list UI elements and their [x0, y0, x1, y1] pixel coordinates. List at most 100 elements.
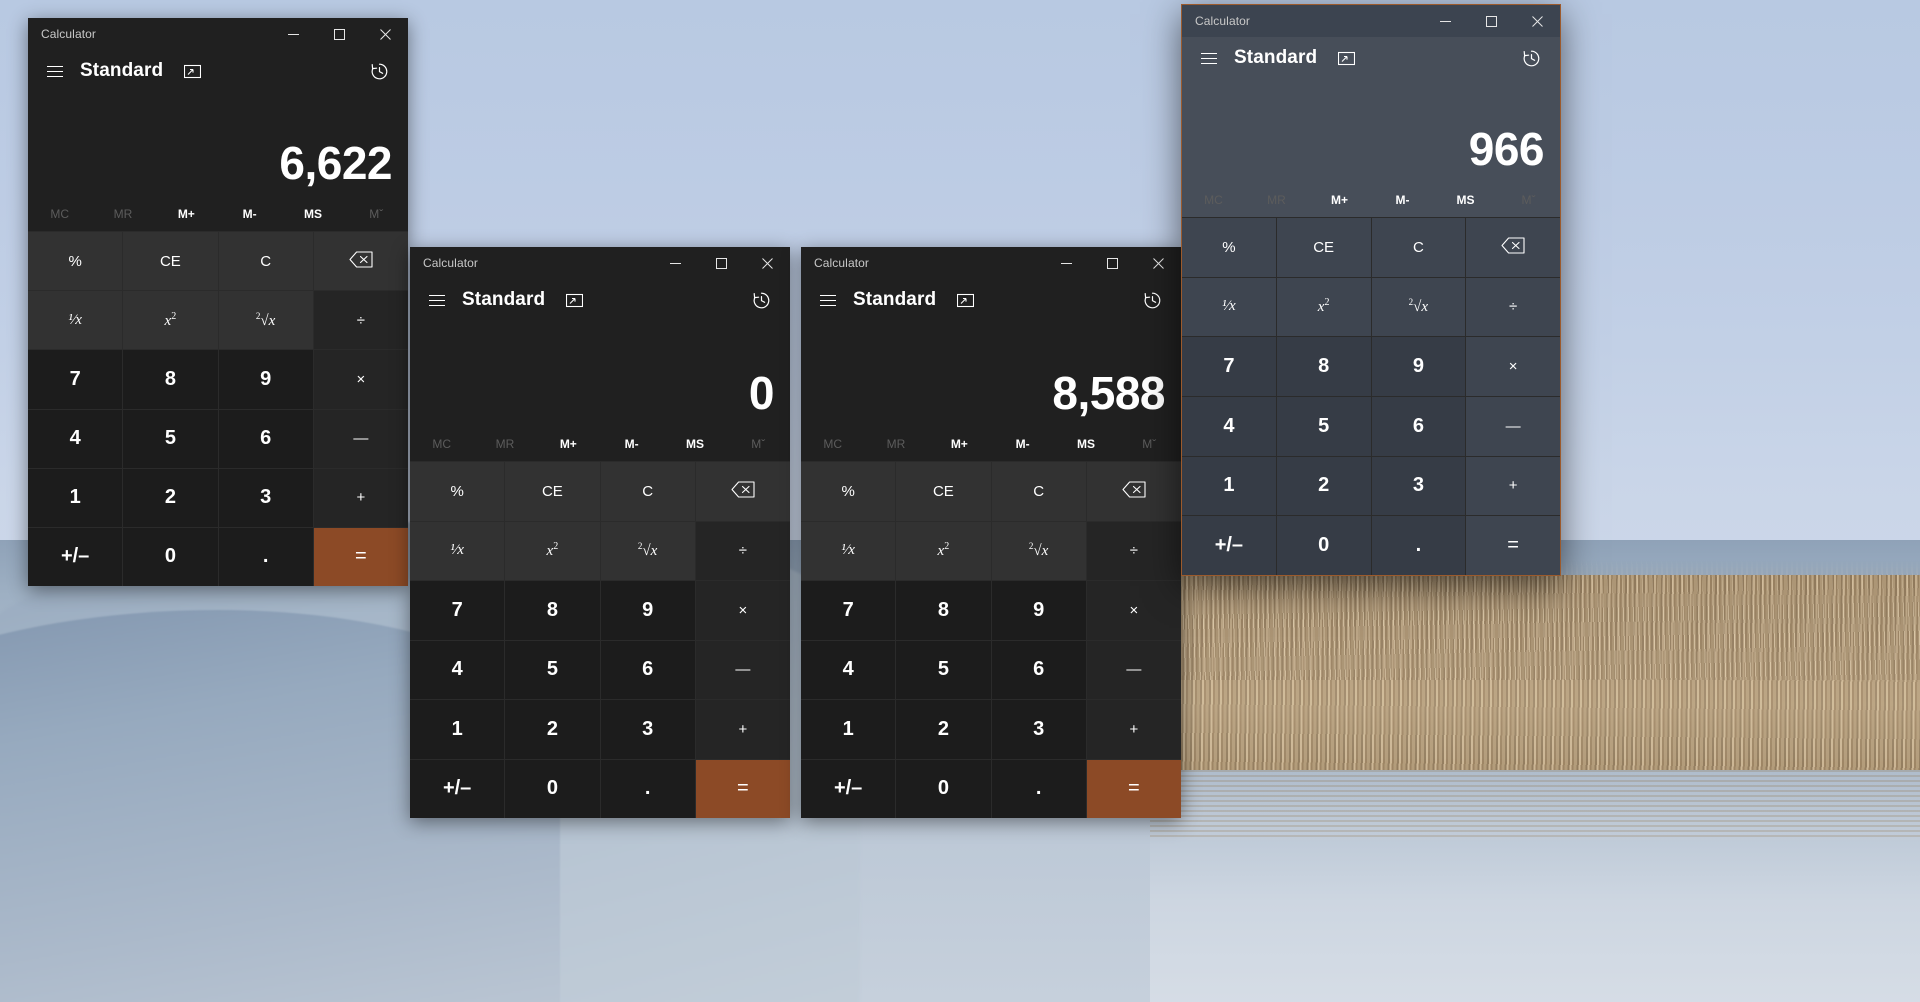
key-clear[interactable]: C [991, 462, 1086, 521]
keep-on-top-icon[interactable] [950, 285, 980, 315]
key-reciprocal[interactable]: ¹⁄x [801, 521, 896, 580]
key-square[interactable]: x2 [1276, 277, 1371, 337]
key-backspace[interactable] [313, 232, 408, 291]
hamburger-menu-icon[interactable] [811, 283, 845, 317]
key-percent[interactable]: % [801, 462, 896, 521]
key-clear-entry[interactable]: CE [1276, 218, 1371, 277]
key-add[interactable]: + [1086, 700, 1181, 759]
memory-button-m[interactable]: M+ [1308, 183, 1371, 217]
key-add[interactable]: + [313, 468, 408, 527]
key-plus-minus[interactable]: +/– [801, 759, 896, 818]
key-six[interactable]: 6 [600, 640, 695, 699]
history-icon[interactable] [362, 54, 396, 88]
key-seven[interactable]: 7 [801, 581, 896, 640]
history-icon[interactable] [1514, 41, 1548, 75]
key-square-root[interactable]: 2√x [991, 521, 1086, 580]
calculator-display[interactable]: 0 [410, 321, 790, 427]
history-icon[interactable] [744, 283, 778, 317]
calculator-display[interactable]: 6,622 [28, 92, 408, 197]
key-divide[interactable]: ÷ [695, 521, 790, 580]
key-three[interactable]: 3 [218, 468, 313, 527]
key-seven[interactable]: 7 [1182, 337, 1276, 396]
key-nine[interactable]: 9 [1371, 337, 1466, 396]
key-divide[interactable]: ÷ [313, 291, 408, 350]
key-equals[interactable]: = [1086, 759, 1181, 818]
key-plus-minus[interactable]: +/– [28, 527, 123, 586]
key-seven[interactable]: 7 [410, 581, 505, 640]
key-clear[interactable]: C [218, 232, 313, 291]
key-plus-minus[interactable]: +/– [1182, 516, 1276, 575]
key-percent[interactable]: % [410, 462, 505, 521]
key-four[interactable]: 4 [801, 640, 896, 699]
key-multiply[interactable]: × [695, 581, 790, 640]
key-one[interactable]: 1 [28, 468, 123, 527]
key-zero[interactable]: 0 [123, 527, 218, 586]
key-three[interactable]: 3 [600, 700, 695, 759]
key-plus-minus[interactable]: +/– [410, 759, 505, 818]
key-four[interactable]: 4 [1182, 397, 1276, 456]
key-four[interactable]: 4 [410, 640, 505, 699]
minimize-button[interactable] [270, 18, 316, 50]
memory-button-m[interactable]: M- [991, 427, 1054, 461]
key-eight[interactable]: 8 [505, 581, 600, 640]
key-percent[interactable]: % [1182, 218, 1276, 277]
key-clear-entry[interactable]: CE [123, 232, 218, 291]
calculator-window[interactable]: Calculator Standard 6,622 MC MR M+ M- MS Mˇ% CE C ¹… [28, 18, 408, 586]
key-two[interactable]: 2 [1276, 456, 1371, 516]
key-clear[interactable]: C [600, 462, 695, 521]
memory-button-ms[interactable]: MS [1434, 183, 1497, 217]
window-titlebar[interactable]: Calculator [28, 18, 408, 50]
memory-button-ms[interactable]: MS [1054, 427, 1117, 461]
key-five[interactable]: 5 [505, 640, 600, 699]
key-clear-entry[interactable]: CE [896, 462, 991, 521]
memory-button-m[interactable]: M+ [155, 197, 218, 231]
key-one[interactable]: 1 [801, 700, 896, 759]
hamburger-menu-icon[interactable] [38, 54, 72, 88]
calculator-display[interactable]: 966 [1182, 79, 1560, 183]
key-eight[interactable]: 8 [896, 581, 991, 640]
window-titlebar[interactable]: Calculator [1182, 5, 1560, 37]
key-two[interactable]: 2 [896, 700, 991, 759]
key-subtract[interactable]: — [1466, 397, 1560, 456]
key-square[interactable]: x2 [896, 521, 991, 580]
close-button[interactable] [362, 18, 408, 50]
key-multiply[interactable]: × [313, 350, 408, 409]
key-three[interactable]: 3 [1371, 456, 1466, 516]
key-reciprocal[interactable]: ¹⁄x [1182, 277, 1276, 337]
maximize-button[interactable] [1468, 5, 1514, 37]
key-clear[interactable]: C [1371, 218, 1466, 277]
memory-button-ms[interactable]: MS [663, 427, 726, 461]
minimize-button[interactable] [1043, 247, 1089, 279]
key-equals[interactable]: = [313, 527, 408, 586]
key-clear-entry[interactable]: CE [505, 462, 600, 521]
close-button[interactable] [744, 247, 790, 279]
key-square-root[interactable]: 2√x [1371, 277, 1466, 337]
keep-on-top-icon[interactable] [559, 285, 589, 315]
minimize-button[interactable] [652, 247, 698, 279]
key-eight[interactable]: 8 [123, 350, 218, 409]
maximize-button[interactable] [698, 247, 744, 279]
key-backspace[interactable] [1466, 218, 1560, 277]
key-backspace[interactable] [1086, 462, 1181, 521]
calculator-window[interactable]: Calculator Standard 8,588 MC MR M+ M- MS Mˇ% CE C ¹… [801, 247, 1181, 818]
key-square[interactable]: x2 [123, 291, 218, 350]
key-nine[interactable]: 9 [218, 350, 313, 409]
maximize-button[interactable] [1089, 247, 1135, 279]
key-nine[interactable]: 9 [991, 581, 1086, 640]
window-titlebar[interactable]: Calculator [410, 247, 790, 279]
maximize-button[interactable] [316, 18, 362, 50]
key-five[interactable]: 5 [896, 640, 991, 699]
key-divide[interactable]: ÷ [1466, 277, 1560, 337]
calculator-window[interactable]: Calculator Standard 966 MC MR M+ M- MS Mˇ% CE C ¹⁄x… [1181, 4, 1561, 576]
key-add[interactable]: + [695, 700, 790, 759]
key-subtract[interactable]: — [695, 640, 790, 699]
memory-button-m[interactable]: M- [218, 197, 281, 231]
history-icon[interactable] [1135, 283, 1169, 317]
calculator-window[interactable]: Calculator Standard 0 MC MR M+ M- MS Mˇ% CE C ¹⁄x x2… [410, 247, 790, 818]
key-one[interactable]: 1 [1182, 456, 1276, 516]
key-four[interactable]: 4 [28, 409, 123, 468]
key-square-root[interactable]: 2√x [218, 291, 313, 350]
key-multiply[interactable]: × [1086, 581, 1181, 640]
key-six[interactable]: 6 [218, 409, 313, 468]
key-seven[interactable]: 7 [28, 350, 123, 409]
